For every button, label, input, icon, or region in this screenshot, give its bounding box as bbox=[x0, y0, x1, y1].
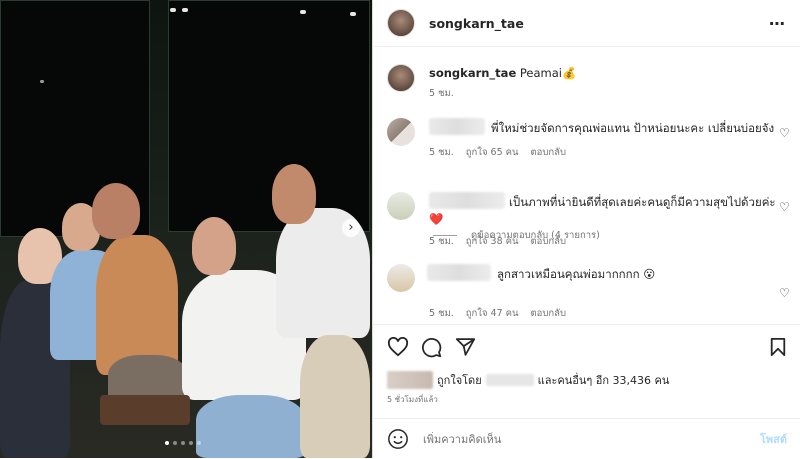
ceiling-light bbox=[350, 12, 356, 16]
like-heart-icon[interactable] bbox=[387, 337, 409, 357]
post-timestamp[interactable]: 5 ชั่วโมงที่แล้ว bbox=[387, 393, 438, 406]
comment-meta: 5 ชม. ถูกใจ 38 คน ตอบกลับ bbox=[429, 234, 578, 249]
caption: songkarn_tae Peamai💰 bbox=[429, 66, 576, 80]
comment-bubble-icon[interactable] bbox=[421, 337, 442, 358]
blurred-username[interactable] bbox=[429, 118, 485, 135]
ceiling-light bbox=[170, 8, 176, 12]
reply-button[interactable]: ตอบกลับ bbox=[530, 308, 566, 319]
person-head bbox=[272, 164, 316, 224]
ceiling-light bbox=[40, 80, 44, 83]
blurred-liker-name[interactable] bbox=[485, 374, 534, 386]
bench bbox=[100, 395, 190, 425]
comment-text: ลูกสาวเหมือนคุณพ่อมากกกก 😮 bbox=[497, 267, 656, 281]
post-photo[interactable]: › bbox=[0, 0, 372, 458]
ceiling-light bbox=[182, 8, 188, 12]
post-comment-button[interactable]: โพสต์ bbox=[760, 430, 787, 448]
person-man-center bbox=[96, 235, 178, 375]
caption-time: 5 ชม. bbox=[429, 88, 454, 99]
likes-prefix: ถูกใจโดย bbox=[437, 374, 482, 387]
comment-item: เป็นภาพที่น่ายินดีที่สุดเลยค่ะคนดูก็มีคว… bbox=[387, 192, 790, 256]
comment-meta: 5 ชม. ถูกใจ 65 คน ตอบกลับ bbox=[429, 145, 578, 160]
comment-time: 5 ชม. bbox=[429, 308, 454, 319]
comment-meta: 5 ชม. ถูกใจ 47 คน ตอบกลับ bbox=[429, 306, 578, 321]
commenter-avatar[interactable] bbox=[387, 118, 415, 146]
carousel-next-icon[interactable]: › bbox=[342, 219, 360, 237]
comment-composer: โพสต์ bbox=[373, 418, 800, 459]
carousel-dots bbox=[165, 441, 201, 445]
comment-time: 5 ชม. bbox=[429, 147, 454, 158]
comment-emoji: ❤️ bbox=[429, 212, 444, 226]
carousel-dot bbox=[197, 441, 201, 445]
carousel-dot bbox=[189, 441, 193, 445]
share-send-icon[interactable] bbox=[455, 337, 476, 357]
post-side-panel: songkarn_tae ⋯ songkarn_tae Peamai💰 5 ชม… bbox=[372, 0, 800, 458]
more-options-icon[interactable]: ⋯ bbox=[769, 14, 786, 33]
caption-username[interactable]: songkarn_tae bbox=[429, 66, 516, 80]
person-trousers bbox=[300, 335, 370, 458]
comments-list: songkarn_tae Peamai💰 5 ชม. พี่ใหม่ช่วยจั… bbox=[373, 52, 800, 324]
comment-text: พี่ใหม่ช่วยจัดการคุณพ่อแทน ป้าหน่อยนะคะ … bbox=[491, 121, 775, 135]
post-header: songkarn_tae ⋯ bbox=[373, 0, 800, 47]
comment-likes[interactable]: ถูกใจ 47 คน bbox=[466, 308, 519, 319]
action-bar bbox=[373, 324, 800, 371]
caption-text: Peamai💰 bbox=[519, 66, 577, 80]
window-pane-right bbox=[168, 0, 370, 232]
commenter-avatar[interactable] bbox=[387, 192, 415, 220]
carousel-dot bbox=[173, 441, 177, 445]
likes-count[interactable]: และคนอื่นๆ อีก 33,436 คน bbox=[538, 371, 670, 389]
comment-item: ลูกสาวเหมือนคุณพ่อมากกกก 😮 5 ชม. ถูกใจ 47… bbox=[387, 264, 790, 319]
person-jeans bbox=[196, 395, 306, 458]
save-bookmark-icon[interactable] bbox=[769, 337, 787, 357]
comment-likes[interactable]: ถูกใจ 38 คน bbox=[466, 236, 519, 247]
reply-button[interactable]: ตอบกลับ bbox=[530, 147, 566, 158]
like-comment-heart-icon[interactable]: ♡ bbox=[779, 126, 790, 140]
comment-likes[interactable]: ถูกใจ 65 คน bbox=[466, 147, 519, 158]
ceiling-light bbox=[300, 10, 306, 14]
carousel-dot bbox=[181, 441, 185, 445]
person-head bbox=[192, 217, 236, 275]
like-comment-heart-icon[interactable]: ♡ bbox=[779, 286, 790, 300]
avatar[interactable] bbox=[387, 9, 415, 37]
comment-time: 5 ชม. bbox=[429, 236, 454, 247]
liker-avatars bbox=[387, 371, 433, 389]
avatar[interactable] bbox=[387, 64, 415, 92]
caption-row: songkarn_tae Peamai💰 5 ชม. bbox=[387, 64, 787, 104]
blurred-username[interactable] bbox=[427, 264, 491, 281]
comment-item: พี่ใหม่ช่วยจัดการคุณพ่อแทน ป้าหน่อยนะคะ … bbox=[387, 118, 790, 162]
header-username[interactable]: songkarn_tae bbox=[429, 16, 524, 31]
commenter-avatar[interactable] bbox=[387, 264, 415, 292]
reply-button[interactable]: ตอบกลับ bbox=[530, 236, 566, 247]
carousel-dot bbox=[165, 441, 169, 445]
emoji-smiley-icon[interactable] bbox=[387, 428, 409, 450]
comment-input[interactable] bbox=[421, 431, 760, 447]
person-head bbox=[92, 183, 140, 239]
comment-text: เป็นภาพที่น่ายินดีที่สุดเลยค่ะคนดูก็มีคว… bbox=[509, 195, 776, 209]
like-comment-heart-icon[interactable]: ♡ bbox=[779, 200, 790, 214]
blurred-username[interactable] bbox=[429, 192, 505, 209]
likes-summary[interactable]: ถูกใจโดย และคนอื่นๆ อีก 33,436 คน bbox=[387, 370, 669, 390]
